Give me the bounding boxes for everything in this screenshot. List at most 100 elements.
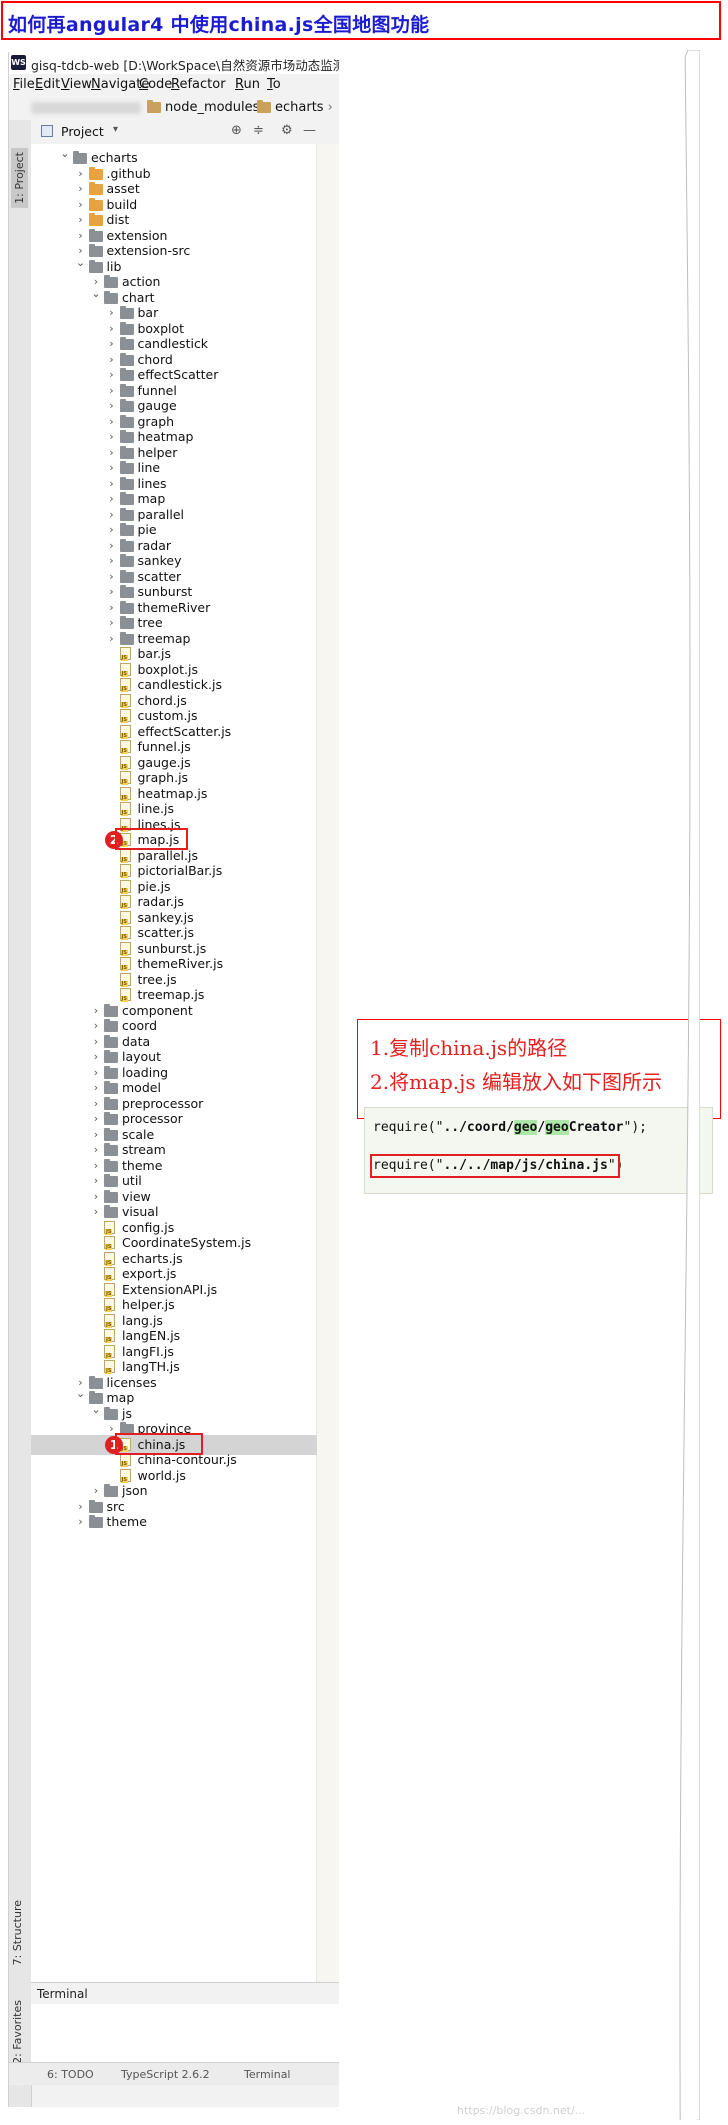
tree-item-label: theme bbox=[106, 1514, 147, 1529]
folder-icon bbox=[119, 523, 134, 536]
folder-icon bbox=[104, 275, 118, 288]
tab-structure[interactable]: 7: Structure bbox=[11, 1900, 24, 1965]
watermark: https://blog.csdn.net/... bbox=[457, 2104, 586, 2117]
torn-edge bbox=[679, 50, 700, 2120]
folder-icon bbox=[119, 631, 134, 645]
instruction-step-1: 1.复制china.js的路径 bbox=[370, 1036, 568, 1060]
folder-icon bbox=[88, 228, 103, 242]
code-highlight-box bbox=[370, 1154, 620, 1178]
folder-icon bbox=[119, 538, 134, 552]
folder-icon bbox=[104, 1050, 118, 1063]
instruction-step-2: 2.将map.js 编辑放入如下图所示 bbox=[370, 1070, 662, 1094]
collapse-icon[interactable]: ≑ bbox=[253, 123, 264, 138]
menu-item-file[interactable]: File bbox=[13, 77, 35, 92]
tab-project[interactable]: 1: Project bbox=[11, 148, 28, 208]
project-tree: ⌄ echarts › .github › asset › build › dist › extens… bbox=[31, 144, 339, 1982]
minimize-icon[interactable]: — bbox=[303, 123, 316, 138]
folder-icon bbox=[88, 1515, 103, 1528]
folder-icon bbox=[88, 213, 103, 226]
folder-icon bbox=[119, 352, 134, 366]
breadcrumb-echarts[interactable]: echarts › bbox=[257, 100, 333, 115]
chevron-down-icon[interactable]: ⌄ bbox=[75, 253, 87, 273]
breadcrumb-node-modules[interactable]: node_modules › bbox=[147, 100, 269, 115]
ide-titlebar: WS gisq-tdcb-web [D:\WorkSpace\自然资源市场动态监… bbox=[9, 52, 339, 75]
chevron-down-icon[interactable]: ⌄ bbox=[75, 1384, 87, 1404]
terminal-label[interactable]: Terminal bbox=[37, 1987, 88, 2001]
folder-icon bbox=[119, 554, 134, 567]
folder-icon bbox=[119, 616, 134, 629]
folder-icon bbox=[73, 151, 87, 164]
tree-row[interactable]: › theme bbox=[31, 1512, 317, 1532]
folder-icon bbox=[119, 585, 134, 598]
chevron-down-icon[interactable]: ⌄ bbox=[59, 144, 71, 164]
code-snippet: require("../coord/geo/geoCreator"); requ… bbox=[364, 1107, 713, 1194]
folder-icon bbox=[104, 1096, 118, 1110]
window-title: gisq-tdcb-web [D:\WorkSpace\自然资源市场动态监测平 bbox=[31, 58, 339, 73]
folder-icon bbox=[104, 1143, 118, 1156]
folder-icon bbox=[119, 569, 134, 583]
folder-icon bbox=[104, 290, 118, 304]
highlight-box-2 bbox=[114, 828, 189, 850]
todo-tab[interactable]: 6: TODO bbox=[47, 2068, 94, 2081]
navigation-bar: node_modules › echarts › bbox=[9, 96, 339, 121]
project-label[interactable]: Project bbox=[61, 124, 104, 139]
folder-icon bbox=[88, 182, 103, 195]
project-panel-header: Project ▾ ⊕ ≑ ⚙ — bbox=[31, 120, 339, 145]
menu-item-to[interactable]: To bbox=[267, 77, 281, 92]
folder-icon bbox=[104, 1174, 118, 1187]
folder-icon bbox=[104, 1081, 118, 1094]
menu-item-run[interactable]: Run bbox=[235, 77, 260, 92]
folder-icon bbox=[88, 197, 103, 211]
folder-icon bbox=[104, 1189, 118, 1203]
chevron-right-icon[interactable]: › bbox=[75, 1512, 87, 1532]
torn-edge-path bbox=[679, 50, 700, 2120]
menu-item-view[interactable]: View bbox=[61, 77, 92, 92]
folder-icon bbox=[119, 507, 134, 521]
folder-icon bbox=[104, 1112, 118, 1125]
article-title: 如何再angular4 中使用china.js全国地图功能 bbox=[8, 14, 430, 36]
menu-item-code[interactable]: Code bbox=[139, 77, 172, 92]
terminal-area[interactable] bbox=[31, 2004, 339, 2064]
chevron-down-icon[interactable]: ⌄ bbox=[90, 1400, 102, 1420]
dropdown-caret-icon[interactable]: ▾ bbox=[113, 124, 118, 135]
folder-icon bbox=[119, 321, 134, 335]
folder-icon bbox=[104, 1484, 118, 1497]
folder-icon bbox=[104, 1205, 118, 1218]
target-icon[interactable]: ⊕ bbox=[231, 123, 242, 138]
article-title-banner: 如何再angular4 中使用china.js全国地图功能 bbox=[1, 1, 721, 40]
folder-icon bbox=[257, 100, 271, 113]
project-icon bbox=[41, 125, 53, 137]
menu-item-refactor[interactable]: Refactor bbox=[171, 77, 226, 92]
folder-icon bbox=[88, 1499, 103, 1513]
folder-icon bbox=[147, 100, 161, 113]
editor-gutter bbox=[316, 144, 339, 1982]
menu-item-edit[interactable]: Edit bbox=[35, 77, 60, 92]
folder-icon bbox=[119, 445, 134, 459]
folder-icon bbox=[119, 306, 134, 319]
folder-icon bbox=[119, 492, 134, 505]
code-line-1: require("../coord/geo/geoCreator"); bbox=[373, 1120, 647, 1135]
tab-favorites[interactable]: 2: Favorites bbox=[11, 2000, 24, 2064]
folder-icon bbox=[88, 244, 103, 257]
gear-icon[interactable]: ⚙ bbox=[281, 123, 293, 138]
folder-icon bbox=[119, 368, 134, 381]
highlight-box-1 bbox=[114, 1432, 204, 1455]
left-tool-strip: 1: Project 7: Structure 2: Favorites bbox=[9, 120, 32, 2107]
webstorm-logo-icon: WS bbox=[11, 55, 26, 70]
terminal-header: Terminal bbox=[31, 1982, 339, 2005]
ide-window: WS gisq-tdcb-web [D:\WorkSpace\自然资源市场动态监… bbox=[8, 52, 339, 2107]
folder-icon bbox=[104, 1019, 118, 1032]
typescript-tab[interactable]: TypeScript 2.6.2 bbox=[121, 2068, 210, 2081]
folder-icon bbox=[88, 259, 103, 273]
folder-icon bbox=[104, 1158, 118, 1172]
chevron-down-icon[interactable]: ⌄ bbox=[90, 284, 102, 304]
folder-icon bbox=[104, 1034, 118, 1048]
folder-icon bbox=[88, 166, 103, 180]
terminal-tab[interactable]: Terminal bbox=[244, 2068, 291, 2081]
folder-icon bbox=[104, 1406, 118, 1420]
blurred-project-crumb bbox=[31, 102, 141, 114]
folder-icon bbox=[119, 461, 134, 474]
folder-icon bbox=[104, 1003, 118, 1017]
folder-icon bbox=[119, 383, 134, 397]
folder-icon bbox=[119, 337, 134, 350]
